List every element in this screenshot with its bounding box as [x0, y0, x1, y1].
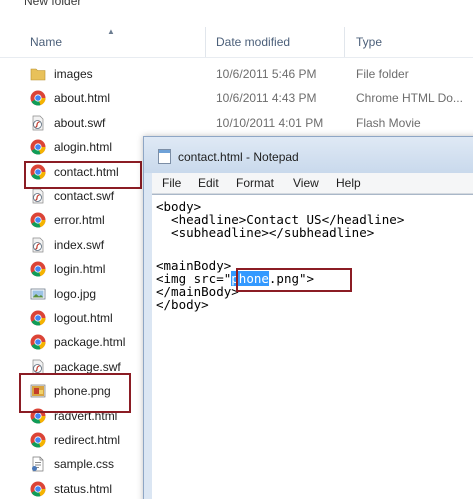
notepad-window[interactable]: contact.html - Notepad File Edit Format … — [143, 136, 473, 499]
menu-help[interactable]: Help — [336, 176, 361, 190]
file-name: login.html — [54, 262, 106, 277]
folder-title: New folder — [24, 0, 82, 8]
chrome-icon — [30, 310, 46, 326]
chrome-icon — [30, 261, 46, 277]
file-row[interactable]: about.swf 10/10/2011 4:01 PM Flash Movie — [22, 111, 473, 135]
code-line: </body> — [156, 297, 209, 312]
file-type: Flash Movie — [356, 115, 421, 130]
code-line: <subheadline></subheadline> — [156, 225, 375, 240]
chrome-icon — [30, 334, 46, 350]
file-name: redirect.html — [54, 433, 121, 447]
file-name: images — [54, 67, 93, 81]
notepad-title: contact.html - Notepad — [178, 150, 299, 164]
file-date-modified: 10/6/2011 5:46 PM — [216, 67, 317, 81]
file-name: about.html — [54, 91, 111, 106]
flash-icon — [30, 188, 46, 204]
notepad-menubar: File Edit Format View Help — [152, 173, 473, 194]
column-date-modified[interactable]: Date modified — [216, 35, 290, 49]
column-type[interactable]: Type — [356, 35, 382, 49]
notepad-icon — [158, 149, 171, 164]
flash-icon — [30, 237, 46, 253]
file-name: index.swf — [54, 237, 105, 252]
file-row[interactable]: images 10/6/2011 5:46 PM File folder — [22, 62, 473, 86]
css-icon — [30, 456, 46, 472]
chrome-icon — [30, 481, 46, 497]
file-name: sample.css — [54, 457, 115, 472]
menu-view[interactable]: View — [293, 176, 319, 190]
highlight-box-phone-png — [19, 373, 131, 413]
chrome-icon — [30, 212, 46, 228]
menu-file[interactable]: File — [162, 176, 181, 190]
file-name: logout.html — [54, 311, 113, 325]
file-name: contact.swf — [54, 189, 115, 203]
folder-icon — [30, 66, 46, 82]
highlight-box-contact-html — [24, 161, 142, 189]
file-name: about.swf — [54, 115, 106, 130]
notepad-titlebar[interactable]: contact.html - Notepad — [144, 137, 473, 173]
file-name: package.html — [54, 335, 126, 350]
file-type: Chrome HTML Do... — [356, 91, 463, 106]
image-icon — [30, 286, 46, 302]
flash-icon — [30, 115, 46, 131]
highlight-box-phone-src — [236, 268, 352, 292]
chrome-icon — [30, 90, 46, 106]
column-separator[interactable] — [344, 27, 345, 57]
sort-arrow-icon: ▲ — [107, 27, 115, 36]
notepad-text-area[interactable]: <body> <headline>Contact US</headline> <… — [152, 194, 473, 499]
file-date-modified: 10/6/2011 4:43 PM — [216, 91, 317, 106]
file-name: package.swf — [54, 359, 121, 374]
menu-format[interactable]: Format — [236, 176, 274, 190]
file-type: File folder — [356, 67, 409, 81]
file-name: logo.jpg — [54, 286, 97, 301]
column-name[interactable]: Name — [30, 35, 62, 49]
chrome-icon — [30, 139, 46, 155]
chrome-icon — [30, 432, 46, 448]
file-row[interactable]: about.html 10/6/2011 4:43 PM Chrome HTML D… — [22, 86, 473, 110]
file-name: alogin.html — [54, 140, 113, 155]
file-date-modified: 10/10/2011 4:01 PM — [216, 115, 324, 130]
column-separator[interactable] — [205, 27, 206, 57]
column-header-row: ▲ Name Date modified Type — [0, 27, 473, 58]
file-name: error.html — [54, 213, 105, 228]
file-name: status.html — [54, 481, 113, 496]
menu-edit[interactable]: Edit — [198, 176, 219, 190]
